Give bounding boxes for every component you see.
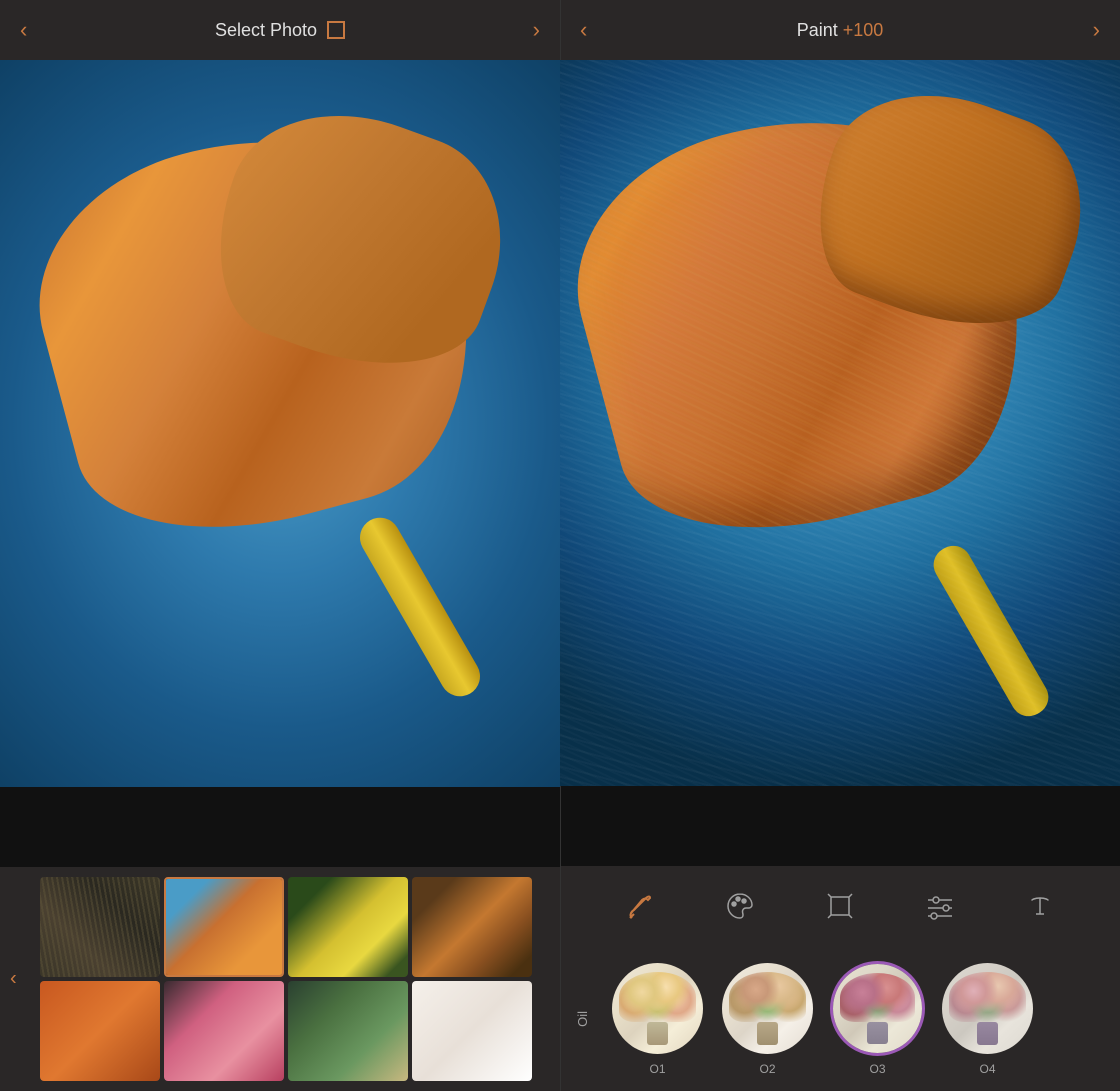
tools-bar [560,866,1120,946]
filter-name-o4: O4 [979,1062,995,1076]
flowers-o1 [619,972,695,1022]
thumbnail-pink-rose[interactable] [164,981,284,1081]
flowers-o2 [729,972,805,1022]
painted-photo-canvas [560,60,1120,786]
right-nav-next[interactable]: › [1093,17,1100,43]
palette-tool[interactable] [718,884,762,928]
right-panel: ‹ Paint +100 › [560,0,1120,1091]
filter-img-o2 [722,963,813,1054]
filter-o3[interactable]: O3 [830,961,925,1076]
left-nav-prev[interactable]: ‹ [20,17,27,43]
left-main-image [0,60,560,787]
left-black-bar [0,787,560,867]
thumbnails-row-2 [0,977,560,1081]
thumb-img-orange-texture [40,981,160,1081]
vase-o2 [757,1022,779,1045]
thumb-img-dried-leaves [412,877,532,977]
filter-label: Oil [570,1011,595,1027]
left-header-title: Select Photo [215,20,345,41]
thumbnail-dried-flower[interactable] [164,877,284,977]
filter-thumbnails: O1 O2 O3 [610,961,1110,1076]
thumbnail-orange-texture[interactable] [40,981,160,1081]
filter-name-o2: O2 [759,1062,775,1076]
filter-o4[interactable]: O4 [940,961,1035,1076]
thumbnails-row-1 [0,877,560,977]
crop-icon[interactable] [327,21,345,39]
right-header-title: Paint +100 [797,20,884,41]
brush-tool[interactable] [618,884,662,928]
right-main-image [560,60,1120,786]
paint-value: +100 [843,20,884,40]
thumbnail-green-hand[interactable] [288,981,408,1081]
right-header: ‹ Paint +100 › [560,0,1120,60]
left-panel: ‹ Select Photo › ‹ [0,0,560,1091]
thumb-img-yellow-flower [288,877,408,977]
filter-img-o3 [833,964,922,1053]
vase-o1 [647,1022,669,1045]
thumbnail-nav-prev[interactable]: ‹ [10,968,17,991]
left-nav-next[interactable]: › [533,17,540,43]
thumb-img-green-hand [288,981,408,1081]
select-photo-label: Select Photo [215,20,317,41]
left-header: ‹ Select Photo › [0,0,560,60]
flowers-o4 [949,972,1025,1022]
filter-circle-o1 [610,961,705,1056]
right-nav-prev[interactable]: ‹ [580,17,587,43]
vase-o4 [977,1022,999,1045]
filter-circle-o2 [720,961,815,1056]
filter-img-o4 [942,963,1033,1054]
thumbnail-sticks[interactable] [40,877,160,977]
thumbnail-dried-leaves[interactable] [412,877,532,977]
filter-circle-o4 [940,961,1035,1056]
right-black-bar [560,786,1120,866]
filter-img-o1 [612,963,703,1054]
filter-o1[interactable]: O1 [610,961,705,1076]
filter-circle-o3 [830,961,925,1056]
original-photo-canvas [0,60,560,787]
filter-name-o1: O1 [649,1062,665,1076]
thumb-img-dried-flower [166,879,282,975]
thumb-img-white-flower [412,981,532,1081]
adjust-tool[interactable] [918,884,962,928]
thumbnail-strip: ‹ [0,867,560,1091]
text-tool[interactable] [1018,884,1062,928]
thumb-img-pink-rose [164,981,284,1081]
canvas-tool[interactable] [818,884,862,928]
filter-section: Oil O1 [560,946,1120,1091]
thumbnail-yellow-flower[interactable] [288,877,408,977]
flowers-o3 [840,973,915,1022]
vase-o3 [867,1022,888,1044]
paint-label: Paint [797,20,838,40]
filter-o2[interactable]: O2 [720,961,815,1076]
filter-name-o3: O3 [869,1062,885,1076]
thumbnail-white-flower[interactable] [412,981,532,1081]
thumb-img-sticks [40,877,160,977]
